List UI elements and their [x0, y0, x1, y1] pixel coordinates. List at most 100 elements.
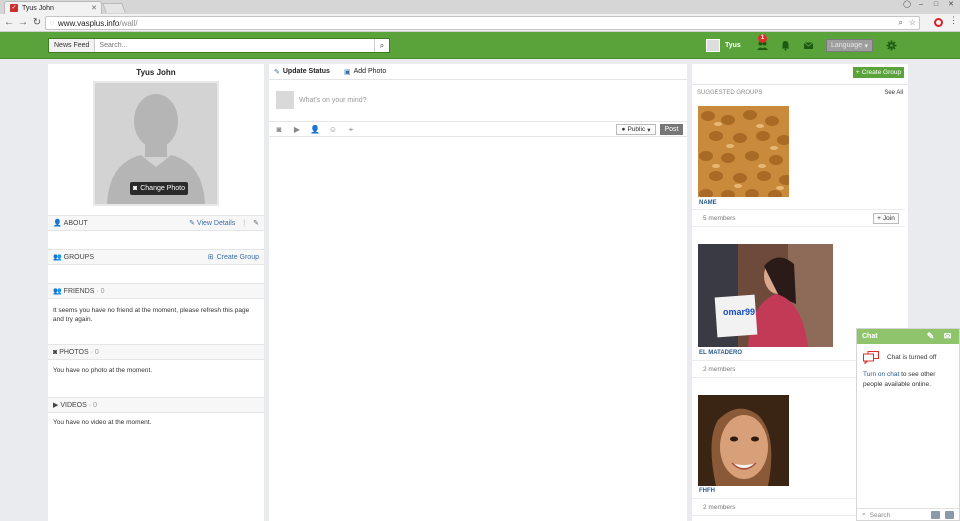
plus-icon: +: [855, 69, 860, 76]
user-icon: 👤: [53, 220, 62, 227]
user-chip[interactable]: Tyus: [706, 39, 741, 52]
tab-update-status[interactable]: ✎ Update Status: [274, 68, 330, 76]
profile-sidebar: Tyus John ◙ Change Photo 👤 ABOUT ✎ View …: [48, 64, 264, 521]
image-icon: ▣: [343, 68, 351, 76]
view-details-label: View Details: [196, 220, 236, 227]
group-name[interactable]: NAME: [699, 200, 717, 206]
profile-name: Tyus John: [136, 68, 176, 77]
update-status-label: Update Status: [282, 68, 330, 75]
suggested-groups-title: SUGGESTED GROUPS: [697, 89, 763, 96]
browser-tabstrip: ✓ Tyus John ✕ ◯ – □ ✕: [0, 0, 960, 14]
avatar: [706, 39, 720, 52]
group-image[interactable]: [698, 395, 789, 486]
camera-icon[interactable]: ◙: [274, 125, 284, 135]
see-all-link[interactable]: See All: [884, 90, 903, 96]
group-members: 2 members: [703, 365, 736, 373]
add-photo-label: Add Photo: [353, 68, 387, 75]
change-photo-button[interactable]: ◙ Change Photo: [130, 182, 188, 195]
group-name[interactable]: EL MATADERO: [699, 350, 742, 356]
plus-square-icon: ⊞: [207, 254, 214, 261]
chat-bubbles-icon: [863, 351, 879, 364]
group-name[interactable]: FHFH: [699, 488, 715, 494]
bookmark-star-icon[interactable]: ☆: [909, 18, 916, 28]
profile-icon[interactable]: ◯: [900, 0, 914, 9]
envelope-icon[interactable]: ✉: [942, 331, 953, 342]
friends-empty-text: It seems you have no friend at the momen…: [53, 307, 250, 323]
about-section-header: 👤 ABOUT ✎ View Details | ✎: [48, 215, 264, 231]
edit-icon[interactable]: ✎: [253, 219, 259, 227]
post-button[interactable]: Post: [660, 124, 683, 135]
messages-icon[interactable]: [803, 40, 814, 51]
gear-icon[interactable]: [886, 40, 897, 51]
groups-title: GROUPS: [63, 253, 95, 261]
location-pin-icon[interactable]: ⌖: [346, 125, 356, 135]
camera-icon: ◙: [133, 185, 138, 192]
browser-tab[interactable]: ✓ Tyus John ✕: [4, 1, 102, 14]
suggested-groups-header: SUGGESTED GROUPS See All: [692, 84, 908, 100]
status-input[interactable]: What's on your mind?: [299, 97, 366, 104]
join-button[interactable]: + Join: [873, 213, 899, 224]
chevron-down-icon: ▾: [864, 42, 868, 50]
search-input[interactable]: [95, 42, 374, 49]
privacy-label: Public: [627, 126, 646, 133]
back-icon[interactable]: ←: [3, 17, 15, 29]
browser-menu-icon[interactable]: ⋮: [949, 15, 958, 26]
group-image[interactable]: [698, 106, 789, 197]
change-photo-label: Change Photo: [140, 185, 185, 192]
chat-search-input[interactable]: Search: [870, 512, 891, 519]
turn-on-chat-link[interactable]: Turn on chat: [863, 371, 899, 378]
bell-icon[interactable]: [780, 40, 791, 51]
create-group-button[interactable]: + Create Group: [853, 67, 904, 78]
create-group-link[interactable]: ⊞ Create Group: [207, 253, 259, 262]
reload-icon[interactable]: ↻: [31, 17, 43, 29]
chat-message: Turn on chat to see other people availab…: [863, 370, 955, 390]
join-label: Join: [882, 215, 895, 222]
pencil-icon: ✎: [274, 68, 280, 76]
group-members: 5 members: [703, 214, 736, 222]
maximize-icon[interactable]: □: [929, 0, 943, 9]
zoom-icon[interactable]: ⌕: [898, 18, 902, 28]
chat-header[interactable]: Chat ✎ ✉: [857, 329, 959, 344]
emoji-icon[interactable]: ☺: [328, 125, 338, 135]
chat-panel: Chat ✎ ✉ Chat is turned off Turn on chat…: [856, 328, 960, 521]
camera-icon: ◙: [53, 348, 58, 356]
compose-icon[interactable]: ✎: [925, 331, 936, 342]
video-icon[interactable]: ▶: [292, 125, 302, 135]
opera-extension-icon[interactable]: [934, 18, 943, 27]
profile-photo: ◙ Change Photo: [93, 81, 219, 206]
url-path: /wall/: [119, 18, 138, 28]
address-bar: ← → ↻ ◌ www.vasplus.info /wall/ ⌕ ☆ ⋮: [0, 14, 960, 32]
new-tab-button[interactable]: [102, 3, 126, 13]
friends-section-header: 👥 FRIENDS · 0: [48, 283, 264, 299]
chat-status-text: Chat is turned off: [887, 354, 937, 361]
privacy-dropdown[interactable]: ● Public ▾: [616, 124, 656, 135]
separator: |: [243, 219, 246, 227]
minimize-icon[interactable]: –: [914, 0, 928, 9]
group-image[interactable]: omar99: [698, 244, 833, 347]
language-select[interactable]: Language ▾: [826, 39, 873, 52]
url-field[interactable]: ◌ www.vasplus.info /wall/ ⌕ ☆: [45, 16, 920, 30]
news-feed-search: News Feed ⌕: [48, 38, 390, 53]
tab-add-photo[interactable]: ▣ Add Photo: [344, 68, 386, 76]
chat-title: Chat: [862, 333, 878, 340]
create-group-label: Create Group: [216, 253, 259, 261]
tab-close-icon[interactable]: ✕: [91, 4, 97, 12]
composer-tabs: ✎ Update Status ▣ Add Photo: [269, 64, 687, 80]
window-close-icon[interactable]: ✕: [944, 0, 958, 9]
videos-title: VIDEOS: [60, 401, 87, 409]
page-info-icon[interactable]: ◌: [50, 20, 58, 27]
chat-search[interactable]: ⌕ Search: [857, 508, 959, 521]
url-host: www.vasplus.info: [58, 18, 120, 28]
status-composer[interactable]: What's on your mind?: [276, 90, 676, 110]
chat-popout-icon[interactable]: [945, 511, 954, 519]
groups-section-header: 👥 GROUPS ⊞ Create Group: [48, 249, 264, 265]
video-camera-icon: ▶: [53, 402, 59, 409]
view-details-link[interactable]: ✎ View Details: [189, 219, 235, 227]
group-members-row: 5 members + Join: [692, 209, 905, 227]
news-feed-link[interactable]: News Feed: [49, 39, 96, 52]
chat-settings-icon[interactable]: [931, 511, 940, 519]
tag-friends-icon[interactable]: 👤: [310, 125, 320, 135]
friends-title: FRIENDS: [63, 287, 95, 295]
forward-icon[interactable]: →: [17, 17, 29, 29]
search-icon[interactable]: ⌕: [374, 39, 389, 52]
